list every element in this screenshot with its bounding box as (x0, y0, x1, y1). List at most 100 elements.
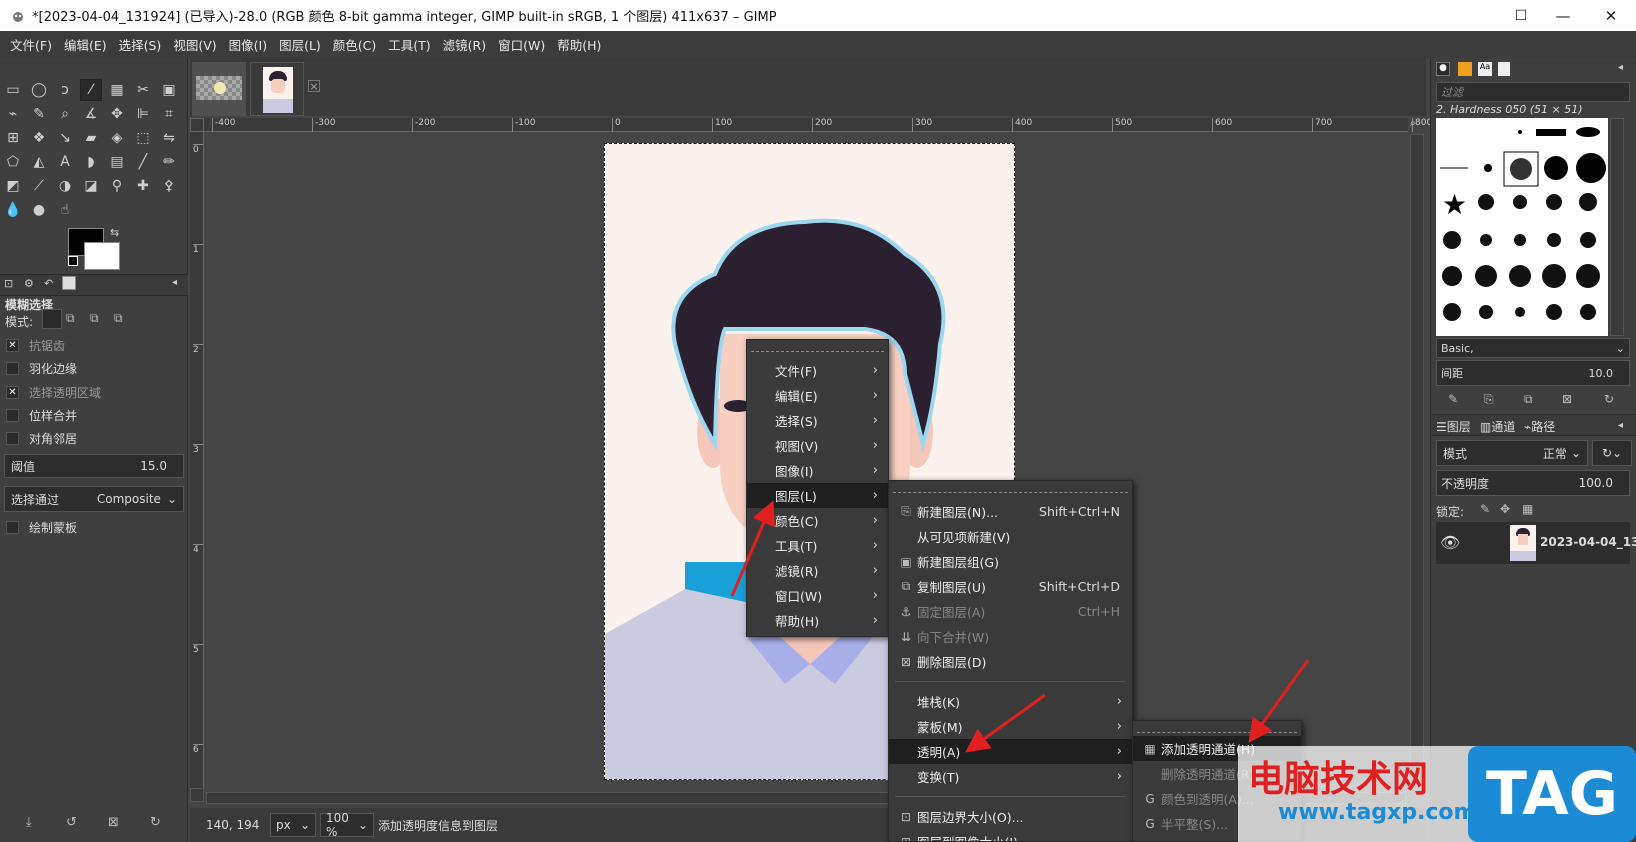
diagonal-option[interactable]: 对角邻居 (6, 430, 77, 447)
smudge-icon[interactable]: ☝ (54, 199, 76, 221)
threshold-slider[interactable]: 阈值 15.0 (4, 454, 184, 478)
menu-filters[interactable]: 滤镜(R) (437, 35, 492, 54)
feather-checkbox[interactable] (6, 362, 19, 375)
vertical-scrollbar[interactable] (1410, 134, 1424, 788)
menu-item-new-layer-group[interactable]: ▣ 新建图层组(G) (889, 549, 1132, 574)
composite-mode-icon[interactable]: ↻⌄ (1592, 440, 1632, 466)
antialias-option[interactable]: ✕ 抗锯齿 (6, 337, 65, 354)
new-brush-icon[interactable]: ⎘ (1484, 392, 1494, 407)
unified-transform-icon[interactable]: ⊞ (2, 127, 24, 149)
mypaint-icon[interactable]: ◪ (80, 175, 102, 197)
duplicate-brush-icon[interactable]: ⧉ (1524, 392, 1533, 407)
panel-menu-icon[interactable]: ◂ (1618, 420, 1623, 431)
document-history-tab-icon[interactable] (1498, 62, 1510, 76)
undo-history-tab-icon[interactable]: ↶ (44, 277, 53, 290)
color-picker-icon[interactable]: ✎ (28, 103, 50, 125)
restore-options-icon[interactable]: ↺ (66, 815, 77, 830)
layer-mode-combo[interactable]: 模式 正常 ⌄ (1436, 440, 1588, 466)
menu-tearoff[interactable] (893, 483, 1128, 493)
brush-preset-combo[interactable]: Basic, ⌄ (1436, 338, 1630, 358)
pencil-icon[interactable]: ✏ (158, 151, 180, 173)
mode-replace-icon[interactable] (42, 309, 62, 329)
close-tab-icon[interactable]: × (308, 80, 320, 93)
lock-alpha-icon[interactable]: ▦ (1522, 502, 1533, 516)
sample-merged-option[interactable]: 位样合并 (6, 407, 77, 424)
menu-file[interactable]: 文件(F) (4, 35, 58, 54)
menu-item-new-from-visible[interactable]: 从可见项新建(V) (889, 524, 1132, 549)
handle-transform-icon[interactable]: ↘ (54, 127, 76, 149)
menu-item-image[interactable]: 图像(I) › (747, 458, 888, 483)
select-transparent-checkbox[interactable]: ✕ (6, 386, 19, 399)
fuzzy-select-icon[interactable]: ⁄ (80, 79, 102, 101)
text-icon[interactable]: A (54, 151, 76, 173)
delete-options-icon[interactable]: ⊠ (108, 815, 119, 830)
ellipse-select-icon[interactable]: ◯ (28, 79, 50, 101)
scissors-icon[interactable]: ✂ (132, 79, 154, 101)
move-icon[interactable]: ✥ (106, 103, 128, 125)
shear-icon[interactable]: ▰ (80, 127, 102, 149)
heal-icon[interactable]: ✚ (132, 175, 154, 197)
eraser-icon[interactable]: ◩ (2, 175, 24, 197)
fonts-tab-icon[interactable]: Aa (1478, 62, 1492, 76)
select-by-color-icon[interactable]: ▦ (106, 79, 128, 101)
crop-icon[interactable]: ⌗ (158, 103, 180, 125)
layer-name[interactable]: 2023-04-04_131 (1540, 535, 1636, 549)
mode-intersect-icon[interactable]: ⧉ (114, 311, 123, 326)
dodge-icon[interactable]: ● (28, 199, 50, 221)
zoom-on-resize-icon[interactable]: ⌕ (1410, 118, 1424, 132)
perspective-icon[interactable]: ◈ (106, 127, 128, 149)
fill-icon[interactable]: ◗ (80, 151, 102, 173)
menu-item-transform[interactable]: 变换(T) › (889, 764, 1132, 789)
flip-icon[interactable]: ⇋ (158, 127, 180, 149)
eye-icon[interactable]: 👁 (1440, 533, 1460, 552)
panel-menu-icon[interactable]: ◂ (172, 277, 177, 288)
menu-colors[interactable]: 颜色(C) (327, 35, 382, 54)
paintbrush-icon[interactable]: ╱ (132, 151, 154, 173)
menu-view[interactable]: 视图(V) (167, 35, 222, 54)
brush-scrollbar[interactable] (1610, 118, 1624, 336)
device-status-tab-icon[interactable]: ⚙ (24, 277, 34, 290)
brush-filter-input[interactable]: 过滤 (1436, 82, 1630, 102)
mode-add-icon[interactable]: ⧉ (66, 311, 75, 326)
menu-item-layer[interactable]: 图层(L) › (747, 483, 888, 508)
select-transparent-option[interactable]: ✕ 选择透明区域 (6, 384, 101, 401)
opacity-slider[interactable]: 不透明度 100.0 (1436, 470, 1630, 496)
bucket-fill-icon[interactable]: ◭ (28, 151, 50, 173)
airbrush-icon[interactable]: ⟋ (28, 175, 50, 197)
menu-tools[interactable]: 工具(T) (382, 35, 436, 54)
cage-icon[interactable]: ⬠ (2, 151, 24, 173)
diagonal-checkbox[interactable] (6, 432, 19, 445)
lock-pixels-icon[interactable]: ✎ (1480, 502, 1490, 516)
clone-icon[interactable]: ⚲ (106, 175, 128, 197)
tab-channels[interactable]: ▥通道 (1480, 418, 1515, 435)
menu-layer[interactable]: 图层(L) (273, 35, 327, 54)
menu-select[interactable]: 选择(S) (113, 35, 168, 54)
menu-edit[interactable]: 编辑(E) (58, 35, 113, 54)
draw-mask-option[interactable]: 绘制蒙板 (6, 519, 77, 536)
3d-transform-icon[interactable]: ⬚ (132, 127, 154, 149)
menu-item-tools[interactable]: 工具(T) › (747, 533, 888, 558)
images-tab-icon[interactable] (62, 276, 76, 290)
menu-item-edit[interactable]: 编辑(E) › (747, 383, 888, 408)
quick-mask-icon[interactable] (190, 118, 204, 132)
menu-item-help[interactable]: 帮助(H) › (747, 608, 888, 633)
menu-item-anchor-layer[interactable]: ⚓ 固定图层(A) Ctrl+H (889, 599, 1132, 624)
tab-layers[interactable]: ☰图层 (1436, 418, 1471, 435)
default-colors-icon[interactable] (68, 256, 78, 266)
align-icon[interactable]: ⊫ (132, 103, 154, 125)
measure-icon[interactable]: ∡ (80, 103, 102, 125)
gradient-icon[interactable]: ▤ (106, 151, 128, 173)
close-button[interactable]: ✕ (1588, 0, 1634, 31)
menu-item-colors[interactable]: 颜色(C) › (747, 508, 888, 533)
menu-item-new-layer[interactable]: ⎘ 新建图层(N)... Shift+Ctrl+N (889, 499, 1132, 524)
edit-brush-icon[interactable]: ✎ (1448, 392, 1458, 406)
ink-icon[interactable]: ◑ (54, 175, 76, 197)
zoom-combo[interactable]: 100 % ⌄ (320, 811, 374, 839)
mode-subtract-icon[interactable]: ⧉ (90, 311, 99, 326)
brushes-tab-icon[interactable]: ● (1436, 62, 1450, 76)
menu-item-duplicate-layer[interactable]: ⧉ 复制图层(U) Shift+Ctrl+D (889, 574, 1132, 599)
spacing-slider[interactable]: 间距 10.0 (1436, 360, 1630, 386)
image-tab-portrait[interactable] (250, 62, 304, 116)
blur-icon[interactable]: 💧 (2, 199, 24, 221)
tool-options-tab-icon[interactable]: ⊡ (4, 277, 13, 290)
